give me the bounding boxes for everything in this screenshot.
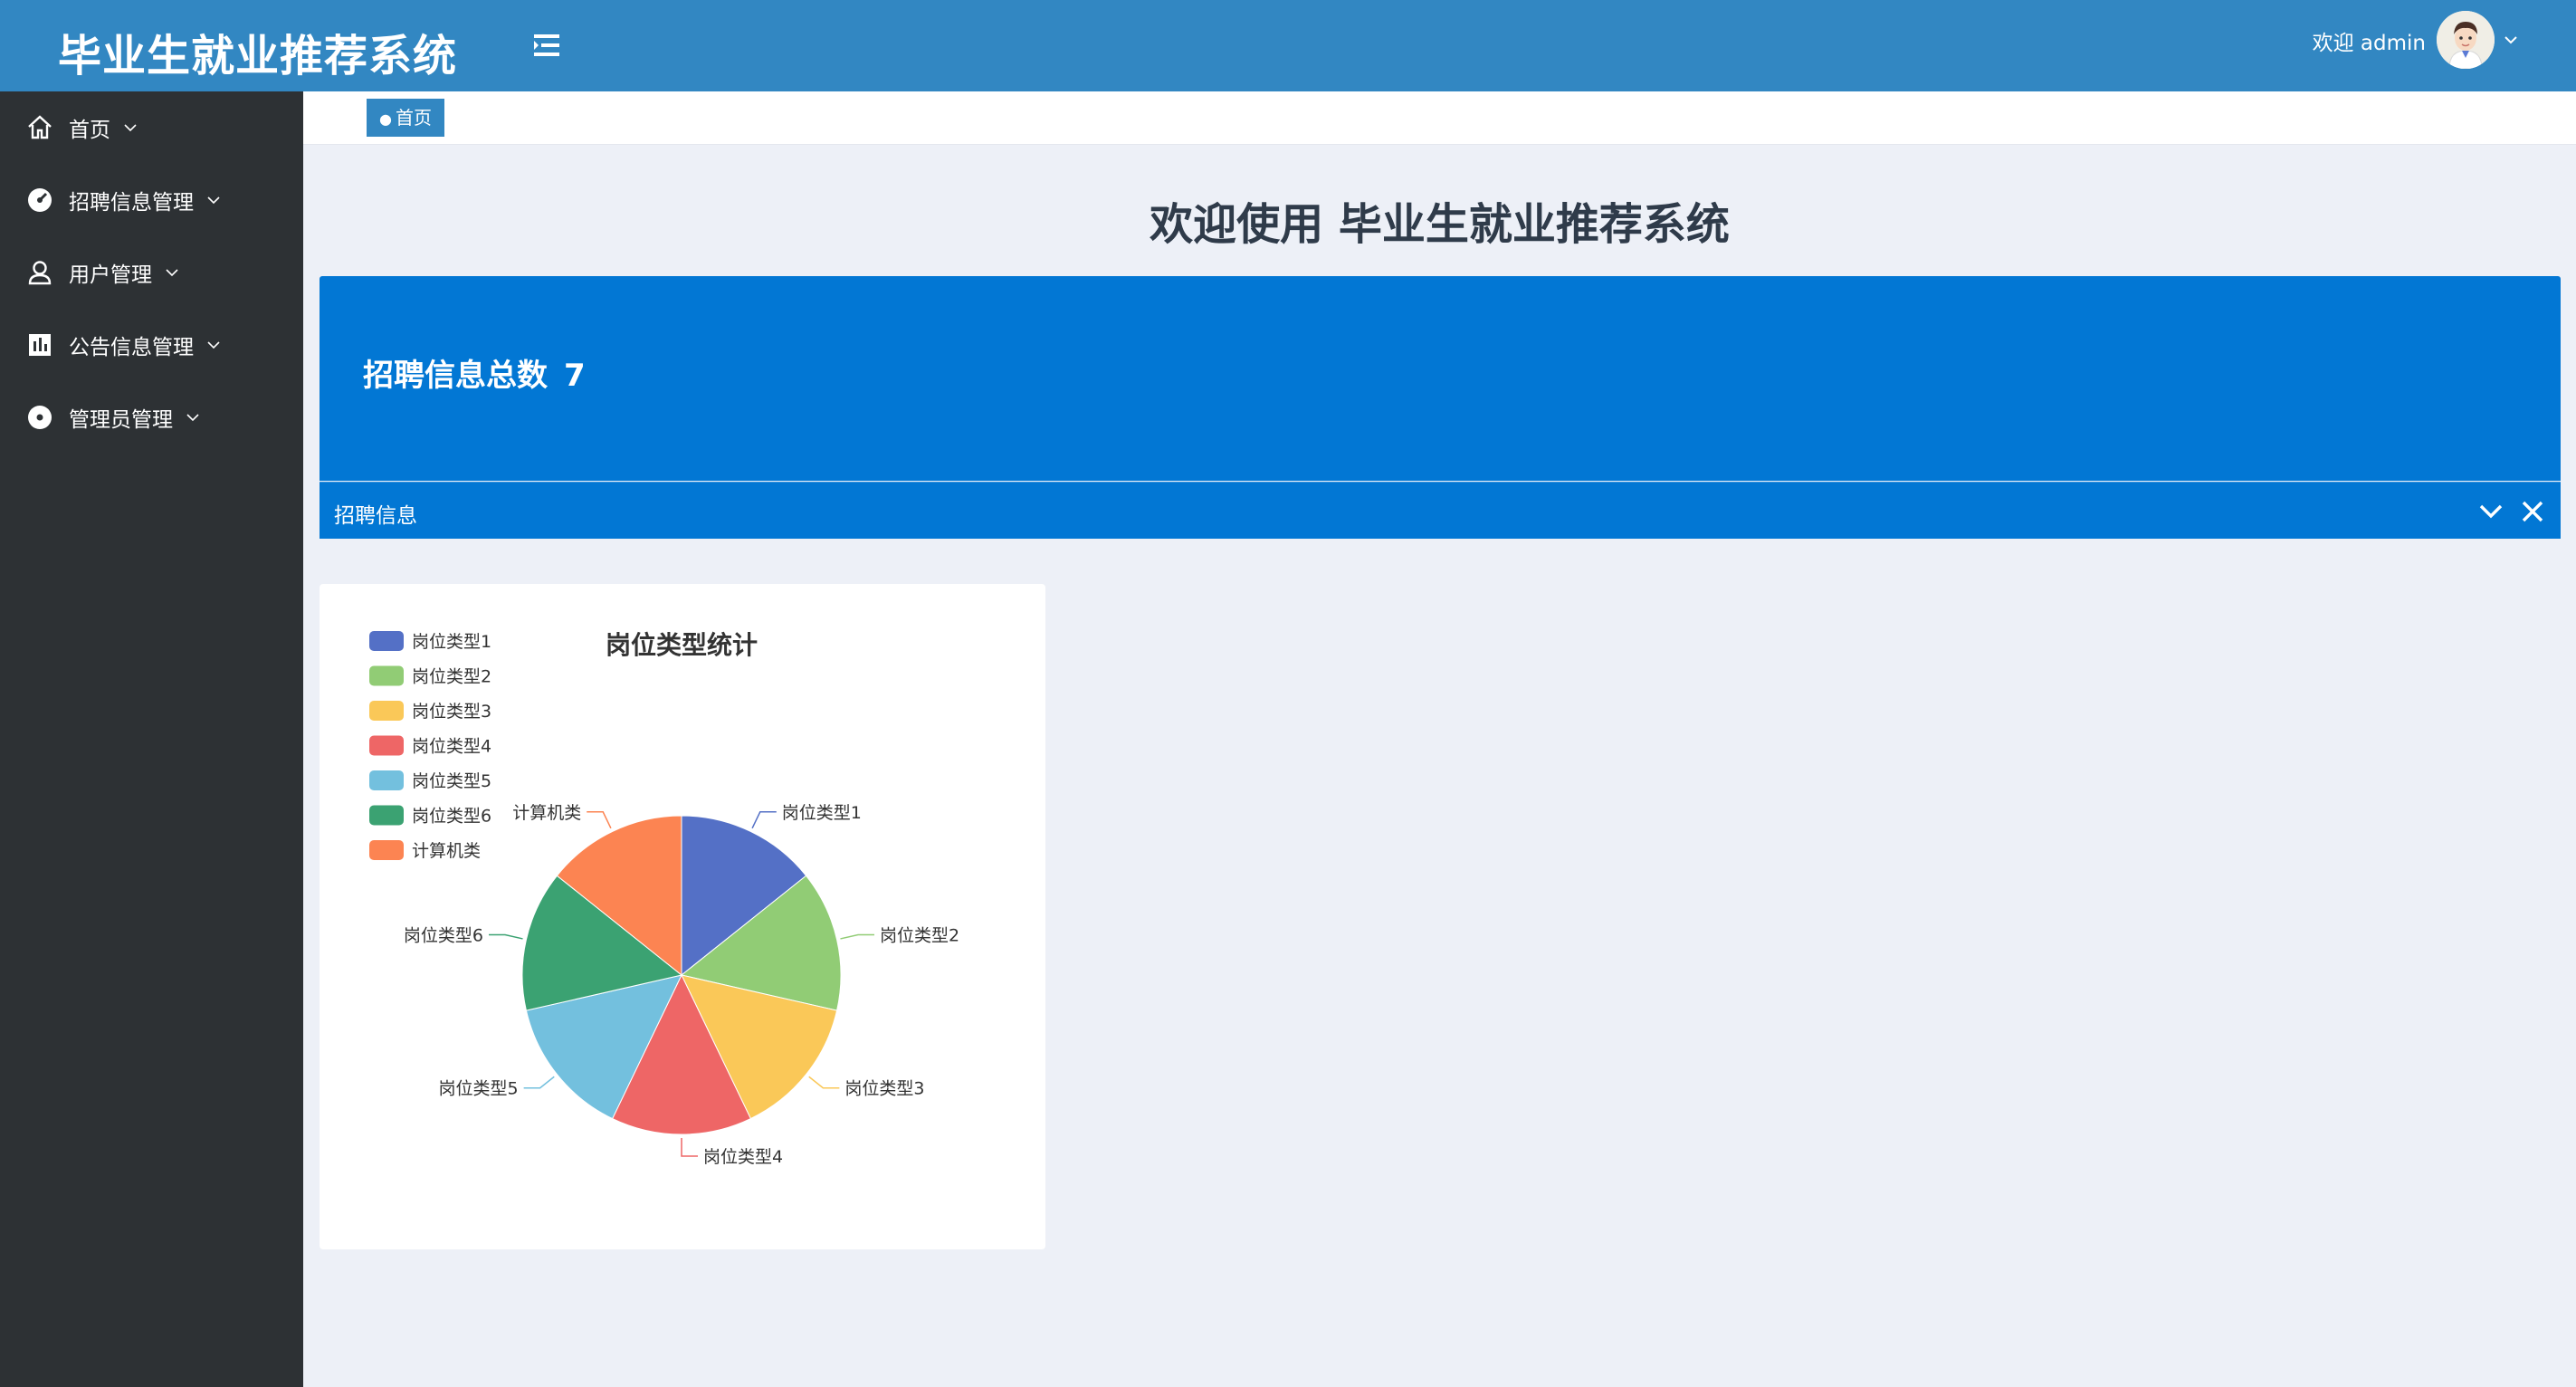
avatar[interactable] [2437, 11, 2495, 69]
legend-swatch [369, 805, 404, 826]
app-title: 毕业生就业推荐系统 [58, 31, 458, 81]
sidebar-item-announcements[interactable]: 公告信息管理 [0, 309, 303, 381]
pie-leader-line [840, 933, 874, 940]
legend-label: 岗位类型1 [412, 632, 491, 652]
sidebar-item-label: 管理员管理 [69, 408, 173, 432]
collapse-chevron-icon[interactable] [2476, 496, 2506, 527]
menu-toggle-icon[interactable] [530, 29, 563, 62]
chevron-down-icon [207, 341, 220, 349]
stat-card: 招聘信息总数 7 [320, 276, 2561, 481]
sidebar-item-label: 公告信息管理 [69, 336, 194, 359]
legend-item[interactable]: 计算机类 [369, 840, 481, 861]
avatar-icon [2437, 11, 2495, 69]
pie-slice-label: 岗位类型6 [404, 925, 483, 945]
legend-item[interactable]: 岗位类型4 [369, 735, 491, 757]
pie-slice-label: 岗位类型5 [439, 1079, 519, 1099]
legend-swatch [369, 735, 404, 756]
gauge-icon [28, 188, 52, 212]
chevron-down-icon [166, 269, 178, 277]
pie-leader-line [751, 811, 777, 829]
user-icon [28, 261, 52, 285]
pie-chart: 岗位类型统计 岗位类型1 岗位类型2 岗位类型3 岗位类型4 岗位类型5 岗位类型6 计算机… [369, 630, 959, 1167]
home-icon [28, 115, 52, 139]
chevron-down-icon[interactable] [2502, 31, 2520, 49]
pie-leader-line [489, 933, 523, 940]
chevron-down-icon [186, 414, 199, 422]
sidebar-item-label: 招聘信息管理 [69, 191, 194, 215]
breadcrumb: 首页 [303, 91, 2576, 145]
legend-swatch [369, 665, 404, 686]
legend-swatch [369, 631, 404, 651]
sidebar-item-admins[interactable]: 管理员管理 [0, 381, 303, 454]
pie-slice-label: 岗位类型2 [880, 925, 959, 945]
legend-label: 岗位类型6 [412, 807, 491, 827]
sidebar-item-users[interactable]: 用户管理 [0, 236, 303, 309]
sidebar: 首页 招聘信息管理 用户管理 公告信息管理 管理员管理 [0, 91, 303, 1387]
stat-footer-label: 招聘信息 [334, 504, 417, 528]
legend-item[interactable]: 岗位类型1 [369, 631, 491, 652]
legend-label: 岗位类型4 [412, 737, 491, 757]
legend-item[interactable]: 岗位类型6 [369, 805, 491, 827]
pie-slice-label: 岗位类型3 [844, 1079, 924, 1099]
legend-swatch [369, 701, 404, 721]
legend-label: 计算机类 [412, 841, 481, 861]
legend-item[interactable]: 岗位类型5 [369, 770, 491, 791]
top-bar: 毕业生就业推荐系统 欢迎 admin [0, 0, 2576, 91]
breadcrumb-home[interactable]: 首页 [367, 99, 444, 137]
pie-slice-label: 岗位类型4 [703, 1147, 783, 1167]
chevron-down-icon [207, 196, 220, 205]
legend-swatch [369, 770, 404, 790]
chart-card: 岗位类型统计 岗位类型1 岗位类型2 岗位类型3 岗位类型4 岗位类型5 岗位类型6 计算机… [320, 584, 1045, 1249]
pie-slices [521, 815, 842, 1135]
pie-leader-line [808, 1076, 840, 1089]
chart-legend: 岗位类型1 岗位类型2 岗位类型3 岗位类型4 岗位类型5 岗位类型6 计算机类 [369, 631, 491, 861]
stat-label: 招聘信息总数 [363, 358, 548, 394]
legend-swatch [369, 840, 404, 860]
sidebar-item-home[interactable]: 首页 [0, 91, 303, 164]
sidebar-item-recruitment[interactable]: 招聘信息管理 [0, 164, 303, 236]
stat-footer: 招聘信息 [320, 482, 2561, 539]
bar-chart-icon [29, 334, 51, 356]
chevron-down-icon [124, 124, 137, 132]
pie-leader-line [523, 1076, 555, 1089]
stat-count: 7 [564, 358, 586, 394]
legend-item[interactable]: 岗位类型2 [369, 665, 491, 687]
pie-leader-line [681, 1138, 698, 1157]
chart-title: 岗位类型统计 [606, 630, 758, 660]
legend-item[interactable]: 岗位类型3 [369, 701, 491, 722]
legend-label: 岗位类型5 [412, 771, 491, 791]
pie-slice-label: 计算机类 [512, 803, 581, 823]
page-title: 欢迎使用 毕业生就业推荐系统 [1150, 199, 1730, 250]
pie-leader-line [587, 811, 612, 829]
sidebar-item-label: 用户管理 [69, 263, 152, 287]
sidebar-item-label: 首页 [69, 119, 110, 142]
close-icon[interactable] [2517, 496, 2548, 527]
stat-text: 招聘信息总数 7 [363, 350, 586, 395]
legend-label: 岗位类型2 [412, 667, 491, 687]
record-icon [28, 406, 52, 429]
legend-label: 岗位类型3 [412, 702, 491, 722]
pie-slice-label: 岗位类型1 [782, 803, 862, 823]
welcome-user-text[interactable]: 欢迎 admin [2313, 25, 2426, 56]
